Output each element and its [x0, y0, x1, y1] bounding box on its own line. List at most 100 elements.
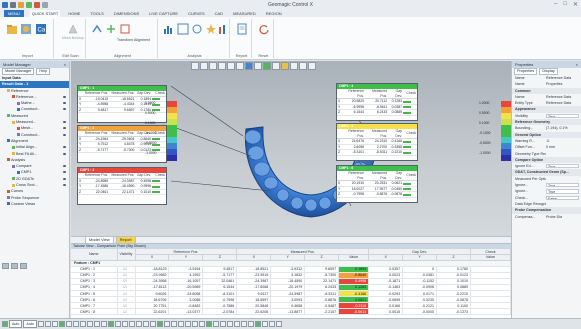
tree-item[interactable]: Custom Views — [0, 201, 69, 207]
visibility-eye-icon[interactable] — [63, 102, 66, 105]
tab-report[interactable]: Report — [115, 236, 136, 243]
properties-close-icon[interactable]: × — [576, 61, 578, 68]
tab-display[interactable]: Display — [539, 68, 558, 75]
table-row[interactable]: CMP1 : 8 ☑ 22.6201 -13.0377 -2.0784 22.6206 -1… — [71, 308, 511, 316]
col-visibility[interactable]: Visibility — [117, 249, 136, 261]
deviation-callout[interactable]: CMP1 : 3 Reference Pos. Measured Pos. Gap D… — [77, 167, 167, 205]
light-icon[interactable] — [191, 321, 198, 327]
select-mode-dropdown[interactable]: Auto — [9, 320, 23, 328]
rect-icon[interactable] — [72, 321, 79, 327]
snap-icon[interactable] — [163, 321, 170, 327]
align-icon-button[interactable] — [119, 23, 131, 35]
camera-icon[interactable] — [198, 321, 205, 327]
invert-icon[interactable] — [51, 321, 58, 327]
brush-icon[interactable] — [58, 321, 65, 327]
note-icon[interactable] — [156, 321, 163, 327]
unlock-icon[interactable] — [135, 321, 142, 327]
visibility-eye-icon[interactable] — [63, 152, 66, 155]
import-folder-button[interactable] — [6, 23, 18, 35]
select-none-icon[interactable] — [44, 321, 51, 327]
undo-icon[interactable] — [226, 321, 233, 327]
visibility-eye-icon[interactable] — [63, 133, 66, 136]
tab-properties[interactable]: Properties — [514, 68, 538, 75]
transform-alignment-button[interactable]: Transform Alignment — [117, 37, 150, 42]
filter-dropdown[interactable]: Auto — [23, 320, 37, 328]
reset-button[interactable] — [258, 23, 270, 35]
help-tool[interactable]: Help — [36, 68, 51, 75]
visibility-eye-icon[interactable] — [63, 95, 66, 98]
measure-icon[interactable] — [149, 321, 156, 327]
visibility-eye-icon[interactable] — [63, 177, 66, 180]
tab-measured[interactable]: MEASURED — [231, 10, 258, 17]
mesh-buildup-button[interactable]: Mesh Buildup — [62, 23, 84, 40]
extend-icon[interactable] — [100, 321, 107, 327]
import-scan-button[interactable] — [20, 23, 32, 35]
deviation-callout[interactable]: CMP1 : 6 Reference Pos. Measured Pos. Gap D… — [336, 165, 418, 203]
view-icon[interactable] — [177, 321, 184, 327]
print-icon[interactable] — [219, 321, 226, 327]
visibility-eye-icon[interactable] — [63, 165, 66, 168]
visibility-eye-icon[interactable] — [63, 171, 66, 174]
tab-region[interactable]: REGION — [264, 10, 284, 17]
visibility-eye-icon[interactable] — [63, 127, 66, 130]
property-value[interactable]: True — [546, 113, 579, 119]
dimension-button[interactable] — [177, 23, 189, 35]
visibility-eye-icon[interactable] — [63, 108, 66, 111]
freeform-icon[interactable] — [93, 321, 100, 327]
model-manager-tool[interactable]: Model Manager — [2, 68, 35, 75]
select-all-icon[interactable] — [37, 321, 44, 327]
3d-viewport[interactable]: CMP1 : 1 Reference Pos. Measured Pos. Gap D… — [71, 61, 511, 236]
compare-button[interactable] — [163, 23, 175, 35]
import-cad-button[interactable]: Ca — [35, 23, 47, 35]
tab-cad[interactable]: CAD — [213, 10, 225, 17]
minimize-button[interactable]: – — [554, 1, 557, 8]
tab-quick-start[interactable]: QUICK START — [29, 10, 61, 17]
view-icon[interactable] — [2, 263, 9, 269]
settings-icon[interactable] — [205, 321, 212, 327]
report-button[interactable] — [236, 23, 248, 35]
property-value[interactable] — [546, 176, 581, 182]
pan-icon[interactable] — [247, 321, 254, 327]
visibility-eye-icon[interactable] — [63, 121, 66, 124]
rotate-icon[interactable] — [254, 321, 261, 327]
layer-icon[interactable] — [142, 321, 149, 327]
property-value[interactable]: True — [546, 164, 579, 169]
tab-model-view[interactable]: Model View — [85, 236, 114, 243]
deviation-callout[interactable]: CMP1 : 4 Reference Pos. Measured Pos. Gap D… — [336, 83, 418, 121]
property-value[interactable]: True — [546, 183, 579, 188]
close-button[interactable]: ✕ — [573, 1, 578, 8]
polygon-icon[interactable] — [86, 321, 93, 327]
best-fit-button[interactable] — [105, 23, 117, 35]
clip-icon[interactable] — [268, 321, 275, 327]
tab-home[interactable]: HOME — [66, 10, 82, 17]
tab-menu[interactable]: MENU — [4, 10, 24, 17]
property-value[interactable]: Probe Dia — [546, 214, 581, 220]
grid-icon[interactable] — [170, 321, 177, 327]
analysis-extra-button[interactable] — [218, 23, 228, 35]
redo-icon[interactable] — [233, 321, 240, 327]
gdt-button[interactable] — [191, 23, 203, 35]
star-button[interactable] — [205, 23, 217, 35]
hide-icon[interactable] — [114, 321, 121, 327]
tab-curves[interactable]: CURVES — [186, 10, 207, 17]
show-icon[interactable] — [121, 321, 128, 327]
tab-dimensions[interactable]: DIMENSIONS — [112, 10, 141, 17]
filter-icon[interactable] — [20, 263, 27, 269]
tab-tools[interactable]: TOOLS — [88, 10, 106, 17]
lasso-icon[interactable] — [65, 321, 72, 327]
tab-live-capture[interactable]: LIVE CAPTURE — [147, 10, 180, 17]
zoom-icon[interactable] — [240, 321, 247, 327]
panel-close-icon[interactable]: × — [64, 61, 66, 68]
clear-icon[interactable] — [275, 321, 282, 327]
fit-icon[interactable] — [261, 321, 268, 327]
shrink-icon[interactable] — [107, 321, 114, 327]
property-value[interactable]: True — [546, 189, 579, 194]
circle-icon[interactable] — [79, 321, 86, 327]
initial-alignment-button[interactable] — [91, 23, 103, 35]
property-value[interactable]: False — [546, 195, 579, 200]
render-icon[interactable] — [184, 321, 191, 327]
visibility-eye-icon[interactable] — [63, 184, 66, 187]
lock-icon[interactable] — [128, 321, 135, 327]
maximize-button[interactable]: □ — [563, 1, 567, 8]
export-icon[interactable] — [212, 321, 219, 327]
